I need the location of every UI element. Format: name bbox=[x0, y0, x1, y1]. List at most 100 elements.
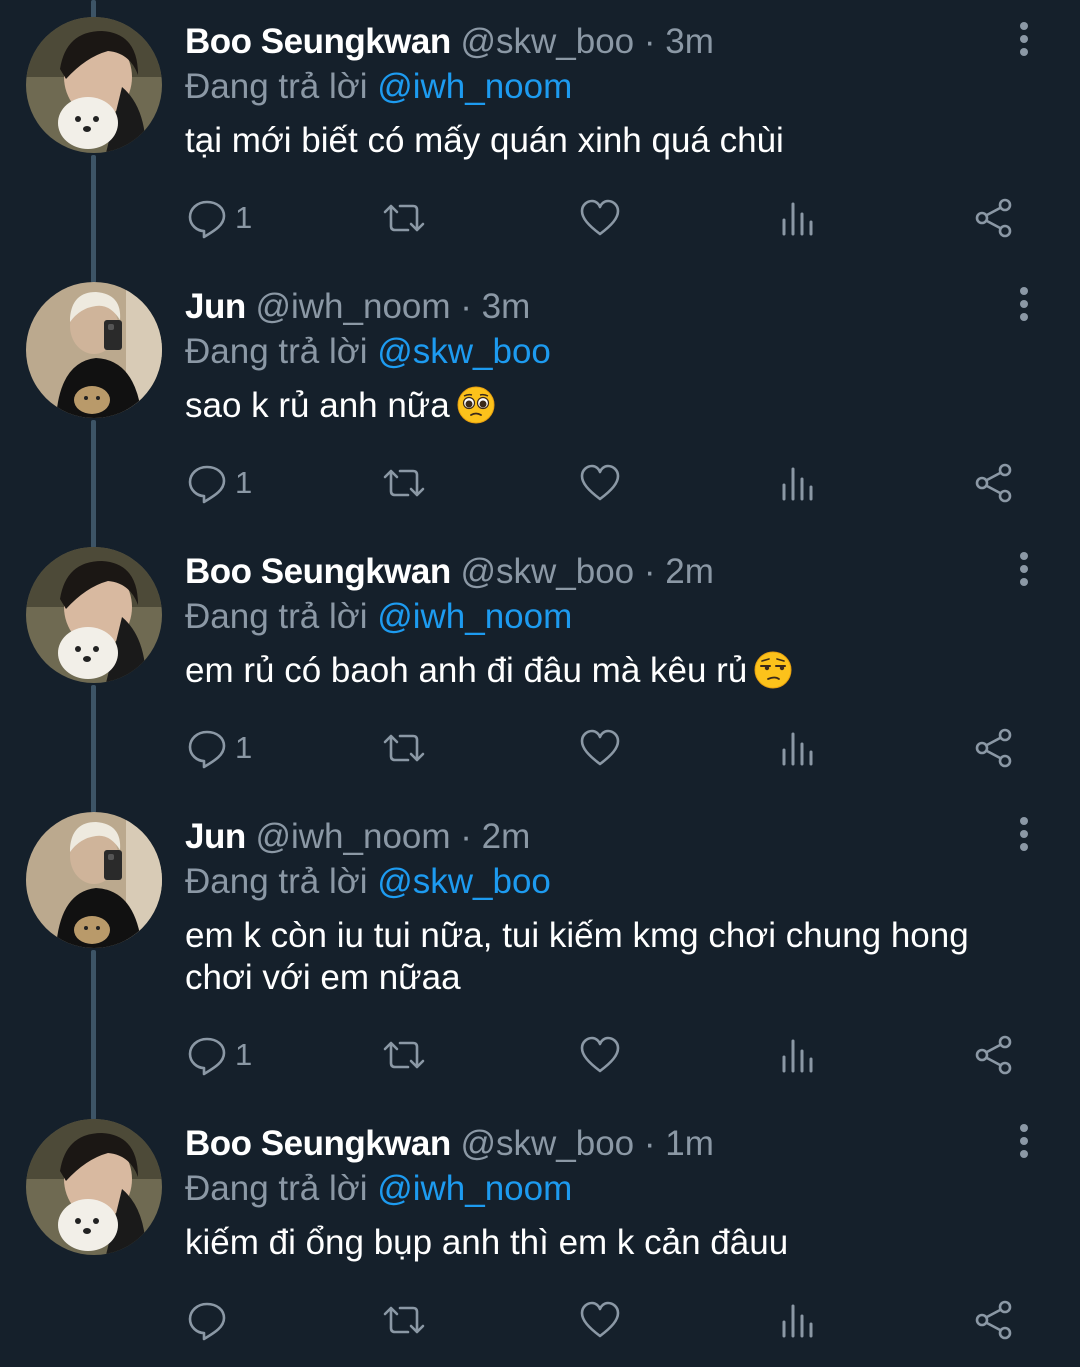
heart-icon bbox=[580, 199, 620, 236]
separator-dot: · bbox=[643, 1124, 656, 1163]
like-button[interactable] bbox=[578, 1030, 622, 1080]
tweet[interactable]: Boo Seungkwan @skw_boo · 2m Đang trả lời… bbox=[0, 530, 1080, 795]
tweet-text: sao k rủ anh nữa bbox=[185, 385, 1015, 427]
share-icon bbox=[975, 1035, 1012, 1075]
avatar[interactable] bbox=[26, 547, 162, 683]
reply-count: 1 bbox=[235, 730, 253, 765]
timestamp[interactable]: 3m bbox=[665, 22, 714, 61]
avatar[interactable] bbox=[26, 1119, 162, 1255]
analytics-button[interactable] bbox=[776, 723, 820, 773]
avatar[interactable] bbox=[26, 282, 162, 418]
boo-avatar-image bbox=[26, 17, 162, 153]
tweet-text: em k còn iu tui nữa, tui kiếm kmg chơi c… bbox=[185, 915, 1015, 999]
heart-icon bbox=[580, 1036, 620, 1073]
analytics-icon bbox=[782, 467, 813, 501]
user-handle[interactable]: @skw_boo bbox=[460, 22, 634, 61]
share-button[interactable] bbox=[972, 458, 1016, 508]
retweet-icon bbox=[383, 1306, 425, 1334]
reply-button[interactable] bbox=[185, 1295, 235, 1345]
display-name[interactable]: Boo Seungkwan bbox=[185, 22, 451, 61]
reply-button[interactable]: 1 bbox=[185, 723, 252, 773]
like-button[interactable] bbox=[578, 193, 622, 243]
tweet[interactable]: Boo Seungkwan @skw_boo · 1m Đang trả lời… bbox=[0, 1102, 1080, 1367]
tweet[interactable]: Jun @iwh_noom · 2m Đang trả lời @skw_boo… bbox=[0, 795, 1080, 1102]
tweet-header: Boo Seungkwan @skw_boo · 3m bbox=[185, 20, 714, 64]
retweet-icon bbox=[383, 469, 425, 497]
reply-icon bbox=[188, 465, 226, 504]
boo-avatar-image bbox=[26, 547, 162, 683]
mention-link[interactable]: @iwh_noom bbox=[377, 67, 572, 106]
mention-link[interactable]: @skw_boo bbox=[377, 332, 551, 371]
reply-icon bbox=[188, 730, 226, 769]
mention-link[interactable]: @iwh_noom bbox=[377, 1169, 572, 1208]
mention-link[interactable]: @iwh_noom bbox=[377, 597, 572, 636]
share-button[interactable] bbox=[972, 1030, 1016, 1080]
user-handle[interactable]: @skw_boo bbox=[460, 552, 634, 591]
share-button[interactable] bbox=[972, 193, 1016, 243]
replying-label: Đang trả lời bbox=[185, 862, 368, 901]
share-icon bbox=[975, 1300, 1012, 1340]
analytics-icon bbox=[782, 1039, 813, 1073]
more-options-button[interactable] bbox=[1008, 287, 1040, 327]
action-bar: 1 bbox=[0, 1030, 1080, 1080]
reply-icon bbox=[188, 200, 226, 239]
timestamp[interactable]: 2m bbox=[665, 552, 714, 591]
heart-icon bbox=[580, 729, 620, 766]
reply-button[interactable]: 1 bbox=[185, 1030, 252, 1080]
analytics-button[interactable] bbox=[776, 1030, 820, 1080]
timestamp[interactable]: 2m bbox=[482, 817, 531, 856]
retweet-button[interactable] bbox=[382, 458, 426, 508]
retweet-button[interactable] bbox=[382, 1030, 426, 1080]
display-name[interactable]: Boo Seungkwan bbox=[185, 552, 451, 591]
analytics-icon bbox=[782, 732, 813, 766]
retweet-button[interactable] bbox=[382, 193, 426, 243]
tweet-text-content: kiếm đi ổng bụp anh thì em k cản đâuu bbox=[185, 1223, 789, 1262]
tweet-text-content: sao k rủ anh nữa bbox=[185, 386, 450, 425]
reply-button[interactable]: 1 bbox=[185, 193, 252, 243]
jun-avatar-image bbox=[26, 282, 162, 418]
retweet-icon bbox=[383, 1041, 425, 1069]
display-name[interactable]: Jun bbox=[185, 287, 246, 326]
share-button[interactable] bbox=[972, 1295, 1016, 1345]
tweet-header: Jun @iwh_noom · 2m bbox=[185, 815, 530, 859]
analytics-button[interactable] bbox=[776, 1295, 820, 1345]
tweet-text: tại mới biết có mấy quán xinh quá chùi bbox=[185, 120, 1015, 162]
analytics-icon bbox=[782, 1304, 813, 1338]
more-options-button[interactable] bbox=[1008, 817, 1040, 857]
tweet[interactable]: Boo Seungkwan @skw_boo · 3m Đang trả lời… bbox=[0, 0, 1080, 265]
share-icon bbox=[975, 728, 1012, 768]
timestamp[interactable]: 1m bbox=[665, 1124, 714, 1163]
display-name[interactable]: Jun bbox=[185, 817, 246, 856]
analytics-button[interactable] bbox=[776, 193, 820, 243]
separator-dot: · bbox=[460, 287, 472, 326]
share-icon bbox=[975, 463, 1012, 503]
display-name[interactable]: Boo Seungkwan bbox=[185, 1124, 451, 1163]
share-button[interactable] bbox=[972, 723, 1016, 773]
like-button[interactable] bbox=[578, 1295, 622, 1345]
timestamp[interactable]: 3m bbox=[482, 287, 531, 326]
user-handle[interactable]: @iwh_noom bbox=[255, 817, 450, 856]
more-options-button[interactable] bbox=[1008, 552, 1040, 592]
tweet[interactable]: Jun @iwh_noom · 3m Đang trả lời @skw_boo… bbox=[0, 265, 1080, 530]
retweet-button[interactable] bbox=[382, 723, 426, 773]
unamused-face-emoji bbox=[753, 650, 793, 690]
replying-label: Đang trả lời bbox=[185, 332, 368, 371]
more-options-button[interactable] bbox=[1008, 22, 1040, 62]
like-button[interactable] bbox=[578, 458, 622, 508]
tweet-header: Boo Seungkwan @skw_boo · 2m bbox=[185, 550, 714, 594]
user-handle[interactable]: @skw_boo bbox=[460, 1124, 634, 1163]
tweet-header: Boo Seungkwan @skw_boo · 1m bbox=[185, 1122, 714, 1166]
analytics-button[interactable] bbox=[776, 458, 820, 508]
jun-avatar-image bbox=[26, 812, 162, 948]
more-options-button[interactable] bbox=[1008, 1124, 1040, 1164]
user-handle[interactable]: @iwh_noom bbox=[255, 287, 450, 326]
reply-button[interactable]: 1 bbox=[185, 458, 252, 508]
retweet-button[interactable] bbox=[382, 1295, 426, 1345]
mention-link[interactable]: @skw_boo bbox=[377, 862, 551, 901]
replying-label: Đang trả lời bbox=[185, 597, 368, 636]
tweet-text-content: tại mới biết có mấy quán xinh quá chùi bbox=[185, 121, 784, 160]
like-button[interactable] bbox=[578, 723, 622, 773]
avatar[interactable] bbox=[26, 812, 162, 948]
tweet-text: kiếm đi ổng bụp anh thì em k cản đâuu bbox=[185, 1222, 1015, 1264]
avatar[interactable] bbox=[26, 17, 162, 153]
